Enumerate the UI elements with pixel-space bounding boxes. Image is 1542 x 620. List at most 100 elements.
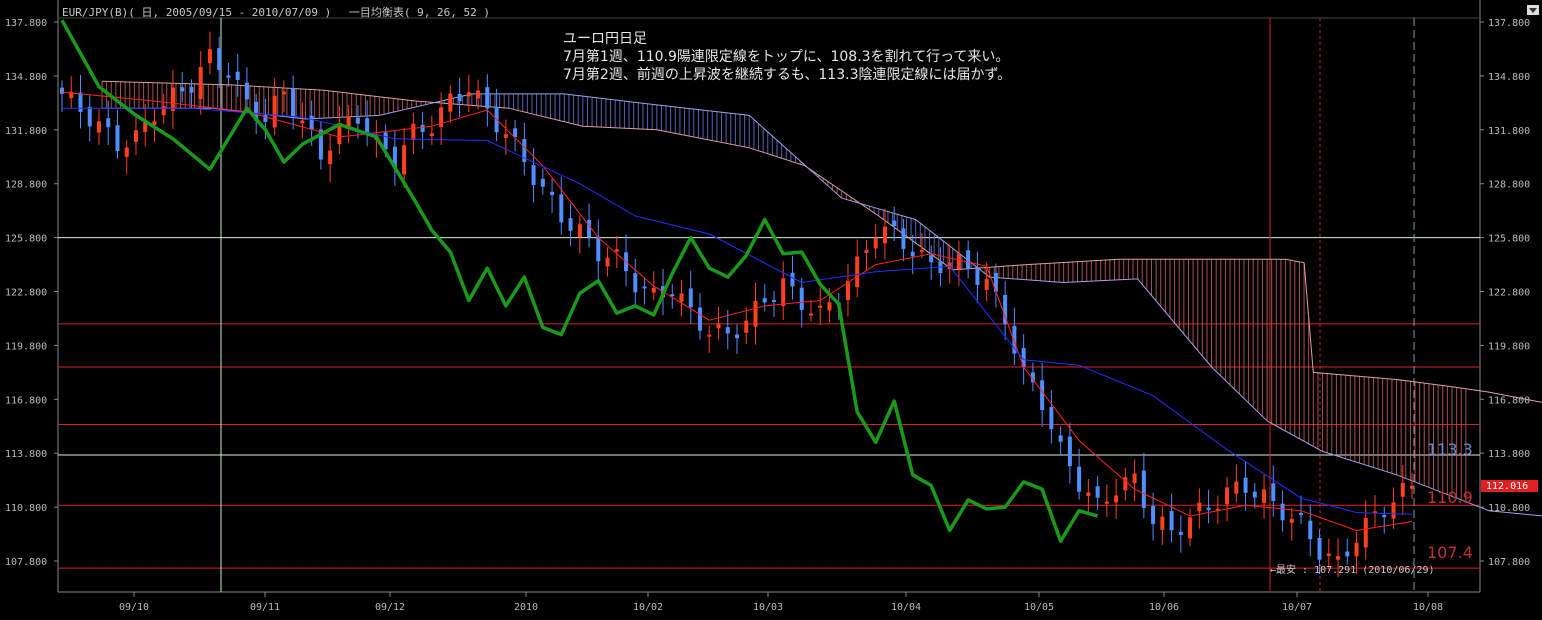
candle-body-4	[96, 121, 101, 133]
candle-body-120	[1169, 510, 1174, 531]
candle-body-67	[679, 293, 684, 302]
candle-body-122	[1188, 517, 1193, 539]
candle-body-0	[60, 87, 64, 94]
candle-body-22	[263, 114, 268, 122]
candle-body-17	[217, 48, 222, 71]
y-tick-label-left-3: 128.800	[5, 180, 47, 191]
candle-body-68	[688, 288, 693, 308]
candle-body-56	[577, 224, 582, 238]
candle-body-51	[531, 165, 536, 186]
candle-body-135	[1308, 520, 1313, 540]
x-tick-label-0: 09/10	[119, 602, 149, 613]
candle-body-32	[355, 117, 360, 124]
candle-body-6	[115, 125, 120, 152]
annotation-line-1: ユーロ円日足	[563, 31, 647, 47]
candle-body-143	[1382, 514, 1387, 518]
candle-body-3	[87, 106, 92, 127]
candle-body-141	[1363, 517, 1368, 548]
candle-body-128	[1243, 477, 1248, 493]
candle-body-94	[929, 255, 934, 263]
candle-body-11	[161, 106, 166, 116]
chevron-down-icon[interactable]	[1527, 5, 1539, 15]
candle-body-110	[1077, 466, 1082, 492]
candle-body-106	[1040, 380, 1045, 411]
candle-body-90	[892, 220, 897, 227]
candle-body-98	[966, 250, 971, 270]
candle-body-83	[827, 302, 832, 311]
y-tick-label-right-0: 137.800	[1488, 18, 1530, 29]
candle-body-26	[300, 120, 305, 124]
y-tick-label-right-2: 131.800	[1488, 126, 1530, 137]
y-tick-label-left-10: 107.800	[5, 557, 47, 568]
candle-body-25	[291, 88, 296, 118]
y-tick-label-left-0: 137.800	[5, 18, 47, 29]
candle-body-131	[1271, 483, 1276, 501]
candle-body-116	[1132, 473, 1137, 484]
y-tick-label-right-10: 107.800	[1488, 557, 1530, 568]
candle-body-15	[198, 66, 203, 99]
candle-body-107	[1049, 406, 1054, 430]
y-tick-label-right-8: 113.800	[1488, 449, 1530, 460]
y-tick-label-left-2: 131.800	[5, 126, 47, 137]
candle-body-62	[633, 273, 638, 293]
candle-body-16	[207, 49, 212, 64]
candle-body-91	[901, 228, 906, 249]
candle-body-134	[1299, 512, 1304, 516]
candle-body-63	[642, 286, 647, 289]
candle-body-53	[550, 191, 555, 196]
y-tick-label-left-4: 125.800	[5, 234, 47, 245]
candle-body-18	[226, 75, 231, 78]
y-tick-label-right-7: 116.800	[1488, 395, 1530, 406]
candle-body-13	[180, 87, 185, 92]
annotation-line-3: 7月第2週、前週の上昇波を継続するも、113.3陰連限定線には届かず。	[563, 67, 1012, 83]
candle-body-39	[420, 124, 425, 133]
candle-body-121	[1178, 531, 1183, 535]
candle-body-43	[457, 93, 462, 102]
candle-body-69	[698, 307, 703, 331]
candle-body-139	[1345, 551, 1350, 557]
candle-body-93	[919, 249, 924, 252]
candle-body-99	[975, 268, 980, 285]
candle-body-74	[744, 320, 749, 333]
candle-body-19	[235, 71, 240, 80]
candle-body-136	[1317, 537, 1322, 560]
candle-body-37	[402, 145, 407, 175]
candle-body-24	[281, 91, 286, 95]
candle-body-31	[346, 116, 351, 127]
candle-body-71	[716, 323, 721, 329]
candle-body-73	[735, 334, 739, 339]
candle-body-82	[818, 305, 823, 308]
y-tick-label-right-4: 125.800	[1488, 234, 1530, 245]
candle-body-12	[170, 87, 175, 112]
y-tick-label-left-8: 113.800	[5, 449, 47, 460]
candle-body-80	[799, 287, 804, 311]
y-tick-label-right-6: 119.800	[1488, 341, 1530, 352]
candle-body-70	[707, 334, 712, 337]
candle-body-72	[725, 327, 730, 334]
x-tick-label-1: 09/11	[250, 602, 280, 613]
x-tick-label-9: 10/07	[1282, 602, 1312, 613]
y-tick-label-left-6: 119.800	[5, 341, 47, 352]
candle-body-140	[1354, 542, 1359, 557]
candle-body-7	[124, 147, 129, 157]
candle-body-23	[272, 95, 277, 128]
candle-body-38	[411, 123, 416, 140]
candle-body-109	[1067, 436, 1072, 467]
candle-body-113	[1104, 501, 1109, 504]
level-label-lower-b: 107.4	[1427, 543, 1473, 562]
y-tick-label-right-5: 122.800	[1488, 288, 1530, 299]
candle-body-108	[1058, 435, 1063, 442]
candle-body-42	[448, 93, 453, 112]
candle-body-146	[1410, 485, 1414, 489]
candle-body-29	[328, 150, 333, 165]
candle-body-45	[476, 90, 481, 99]
candle-body-130	[1262, 489, 1267, 503]
x-tick-label-3: 2010	[514, 602, 538, 613]
annotation-line-2: 7月第1週、110.9陽連限定線をトップに、108.3を割れて行って来い。	[563, 49, 1010, 65]
candle-body-86	[855, 256, 860, 288]
candle-body-124	[1206, 507, 1211, 511]
candle-body-58	[596, 236, 601, 262]
candle-body-97	[956, 254, 961, 269]
candle-body-81	[808, 313, 813, 316]
y-tick-label-right-9: 110.800	[1488, 503, 1530, 514]
